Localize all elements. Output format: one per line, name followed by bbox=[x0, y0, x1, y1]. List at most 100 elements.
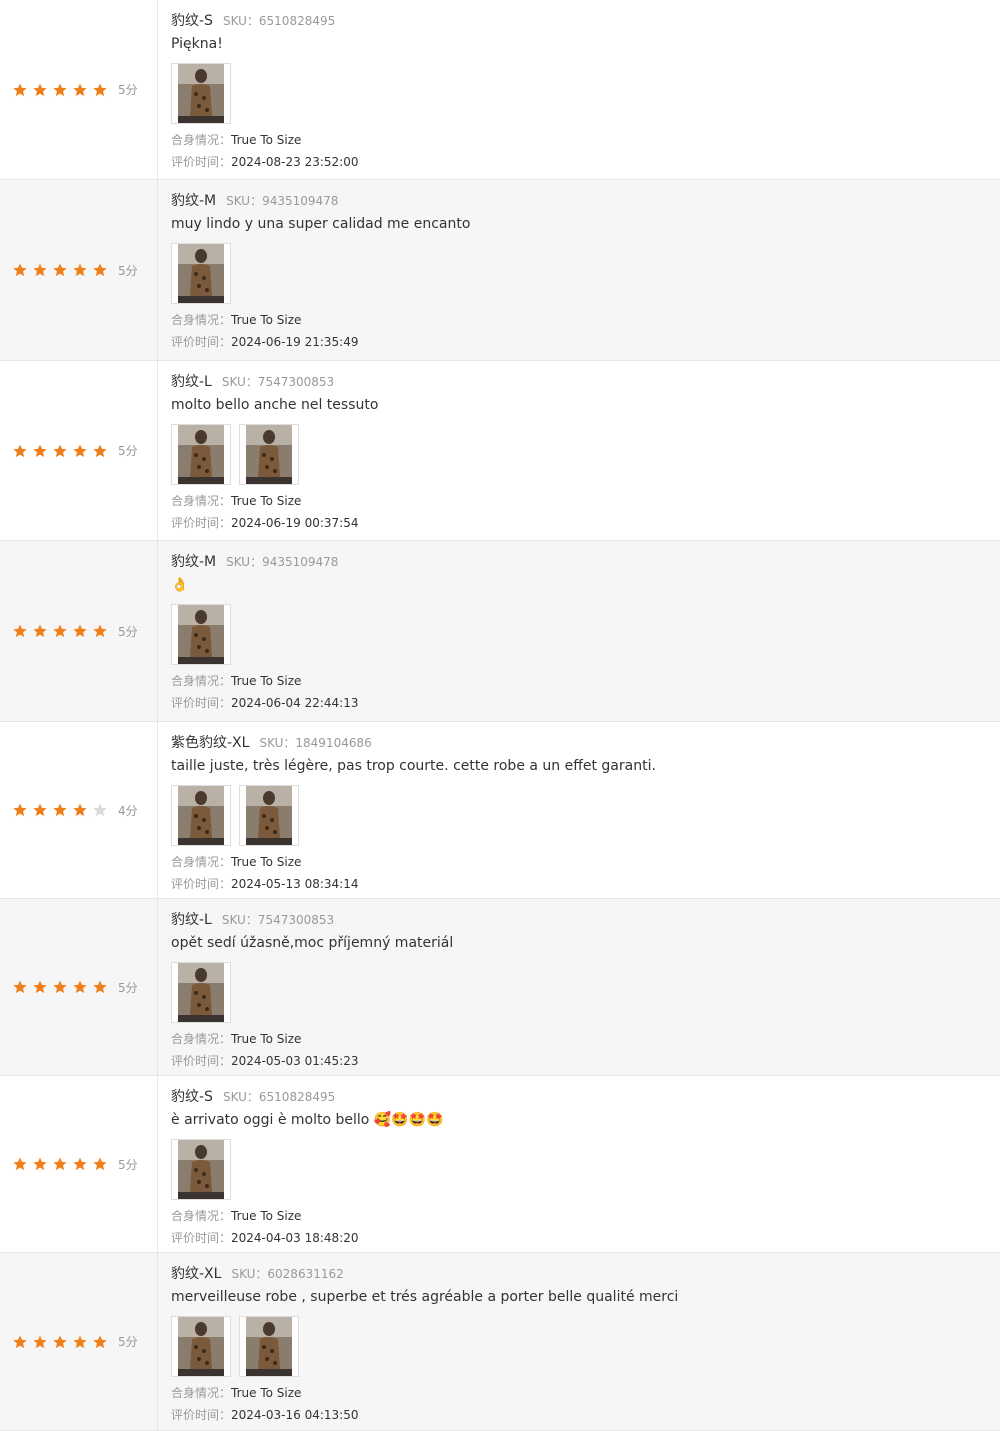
review-item: 5分 豹纹-S SKU：6510828495 Piękna! 合身情况：True To … bbox=[0, 0, 1000, 180]
star-filled-icon bbox=[12, 262, 28, 278]
star-empty-icon bbox=[92, 802, 108, 818]
review-photo-thumbnail[interactable] bbox=[171, 785, 231, 846]
time-label: 评价时间： bbox=[171, 1408, 232, 1422]
sku-label: SKU：1849104686 bbox=[259, 736, 372, 750]
fit-value: True To Size bbox=[231, 494, 302, 508]
time-label: 评价时间： bbox=[171, 1231, 232, 1245]
sku-label: SKU：9435109478 bbox=[226, 555, 339, 569]
star-rating: 5分 bbox=[12, 1156, 138, 1173]
review-text: Piękna! bbox=[171, 36, 223, 52]
review-meta: 豹纹-S SKU：6510828495 bbox=[171, 10, 335, 30]
star-filled-icon bbox=[12, 443, 28, 459]
review-photo-thumbnail[interactable] bbox=[239, 1316, 299, 1377]
fit-value: True To Size bbox=[231, 855, 302, 869]
sku-label: SKU：9435109478 bbox=[226, 194, 339, 208]
review-photo-thumbnail[interactable] bbox=[171, 962, 231, 1023]
fit-label: 合身情况： bbox=[171, 133, 232, 147]
star-filled-icon bbox=[52, 443, 68, 459]
review-item: 4分 紫色豹纹-XL SKU：1849104686 taille juste, trè… bbox=[0, 722, 1000, 899]
rating-column: 5分 bbox=[0, 899, 158, 1075]
rating-column: 5分 bbox=[0, 361, 158, 540]
rating-column: 5分 bbox=[0, 541, 158, 721]
time-label: 评价时间： bbox=[171, 516, 232, 530]
fit-info: 合身情况：True To Size bbox=[171, 1207, 301, 1224]
score-label: 5分 bbox=[118, 83, 138, 97]
star-filled-icon bbox=[72, 623, 88, 639]
review-time: 评价时间：2024-06-19 00:37:54 bbox=[171, 514, 358, 531]
review-meta: 豹纹-M SKU：9435109478 bbox=[171, 551, 338, 571]
score-label: 5分 bbox=[118, 1335, 138, 1349]
variant-label: 豹纹-M bbox=[171, 554, 217, 570]
sku-label: SKU：6510828495 bbox=[222, 14, 336, 28]
review-text: taille juste, très légère, pas trop cour… bbox=[171, 758, 656, 774]
star-filled-icon bbox=[52, 623, 68, 639]
review-photo-thumbnail[interactable] bbox=[171, 604, 231, 665]
time-value: 2024-08-23 23:52:00 bbox=[231, 155, 359, 169]
variant-label: 豹纹-S bbox=[171, 1089, 213, 1105]
star-rating: 5分 bbox=[12, 1333, 138, 1350]
fit-value: True To Size bbox=[231, 674, 302, 688]
fit-info: 合身情况：True To Size bbox=[171, 672, 301, 689]
review-meta: 豹纹-XL SKU：6028631162 bbox=[171, 1263, 344, 1283]
star-filled-icon bbox=[12, 623, 28, 639]
review-photo-thumbnail[interactable] bbox=[171, 424, 231, 485]
review-item: 5分 豹纹-M SKU：9435109478 👌 合身情况：True To Size 评价… bbox=[0, 541, 1000, 722]
time-value: 2024-04-03 18:48:20 bbox=[231, 1231, 359, 1245]
review-time: 评价时间：2024-03-16 04:13:50 bbox=[171, 1406, 358, 1423]
fit-value: True To Size bbox=[231, 133, 302, 147]
star-rating: 5分 bbox=[12, 979, 138, 996]
fit-value: True To Size bbox=[231, 1209, 302, 1223]
review-time: 评价时间：2024-05-03 01:45:23 bbox=[171, 1052, 358, 1069]
review-photo-thumbnail[interactable] bbox=[239, 785, 299, 846]
dress-photo-image bbox=[178, 244, 224, 303]
time-value: 2024-06-19 21:35:49 bbox=[231, 335, 359, 349]
review-photo-thumbnail[interactable] bbox=[171, 243, 231, 304]
review-item: 5分 豹纹-M SKU：9435109478 muy lindo y una supe… bbox=[0, 180, 1000, 361]
star-filled-icon bbox=[12, 802, 28, 818]
fit-value: True To Size bbox=[231, 1032, 302, 1046]
score-label: 5分 bbox=[118, 980, 138, 995]
rating-column: 4分 bbox=[0, 722, 158, 898]
review-photo-thumbnail[interactable] bbox=[171, 1316, 231, 1377]
review-text: molto bello anche nel tessuto bbox=[171, 397, 379, 413]
review-text: muy lindo y una super calidad me encanto bbox=[171, 216, 471, 232]
star-filled-icon bbox=[92, 262, 108, 278]
star-filled-icon bbox=[12, 1156, 28, 1172]
rating-column: 5分 bbox=[0, 180, 158, 360]
sku-label: SKU：7547300853 bbox=[221, 913, 335, 927]
review-photo-thumbnail[interactable] bbox=[171, 63, 231, 124]
fit-label: 合身情况： bbox=[171, 494, 232, 508]
star-filled-icon bbox=[12, 1334, 28, 1350]
star-filled-icon bbox=[32, 443, 48, 459]
review-time: 评价时间：2024-06-04 22:44:13 bbox=[171, 694, 358, 711]
time-label: 评价时间： bbox=[171, 1054, 232, 1068]
fit-info: 合身情况：True To Size bbox=[171, 1030, 301, 1047]
score-label: 5分 bbox=[118, 1157, 138, 1172]
fit-info: 合身情况：True To Size bbox=[171, 1384, 301, 1401]
star-filled-icon bbox=[72, 802, 88, 818]
star-filled-icon bbox=[52, 1334, 68, 1350]
review-photos bbox=[171, 1139, 239, 1200]
star-filled-icon bbox=[12, 82, 28, 98]
review-item: 5分 豹纹-XL SKU：6028631162 merveilleuse robe ,… bbox=[0, 1253, 1000, 1431]
star-filled-icon bbox=[92, 1156, 108, 1172]
rating-column: 5分 bbox=[0, 1253, 158, 1430]
review-text: opět sedí úžasně,moc příjemný materiál bbox=[171, 935, 454, 951]
review-meta: 豹纹-S SKU：6510828495 bbox=[171, 1086, 335, 1106]
sku-label: SKU：7547300853 bbox=[221, 375, 335, 389]
variant-label: 豹纹-L bbox=[171, 912, 212, 928]
star-rating: 5分 bbox=[12, 81, 138, 98]
time-value: 2024-05-03 01:45:23 bbox=[231, 1054, 359, 1068]
review-text: merveilleuse robe , superbe et trés agré… bbox=[171, 1289, 679, 1305]
review-meta: 豹纹-M SKU：9435109478 bbox=[171, 190, 338, 210]
fit-value: True To Size bbox=[231, 313, 302, 327]
star-filled-icon bbox=[12, 979, 28, 995]
time-value: 2024-06-04 22:44:13 bbox=[231, 696, 359, 710]
review-photo-thumbnail[interactable] bbox=[239, 424, 299, 485]
review-photo-thumbnail[interactable] bbox=[171, 1139, 231, 1200]
fit-info: 合身情况：True To Size bbox=[171, 131, 301, 148]
dress-photo-image bbox=[178, 605, 224, 664]
review-time: 评价时间：2024-08-23 23:52:00 bbox=[171, 153, 358, 170]
star-rating: 5分 bbox=[12, 262, 138, 279]
time-label: 评价时间： bbox=[171, 877, 232, 891]
